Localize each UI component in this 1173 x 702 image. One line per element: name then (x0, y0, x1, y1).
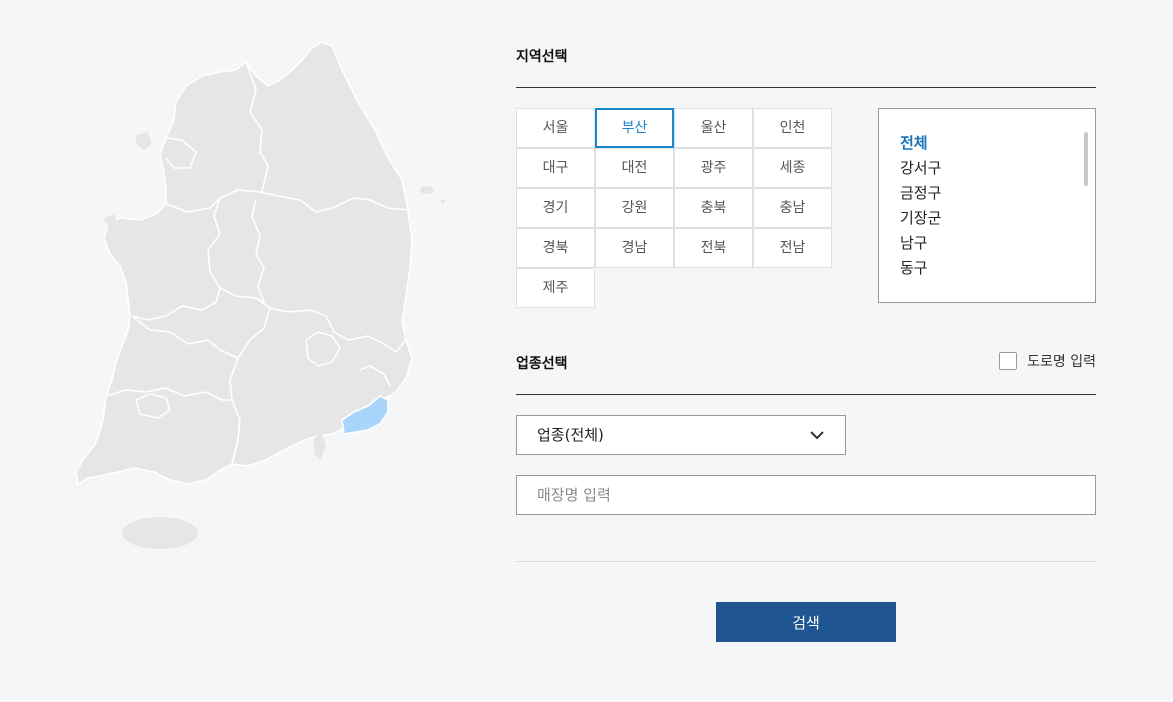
region-button[interactable]: 경남 (595, 228, 674, 268)
road-name-checkbox[interactable] (999, 352, 1018, 370)
map-geoje-island (314, 434, 326, 460)
road-name-toggle[interactable]: 도로명 입력 (999, 351, 1096, 371)
road-name-label: 도로명 입력 (1027, 354, 1096, 370)
store-search-panel: 지역선택 서울 부산 울산 인천 대구 대전 광주 세종 경기 강원 충북 충남 경북 경남 전북 전남 제주 … (516, 0, 1096, 702)
region-button[interactable]: 충북 (674, 188, 753, 228)
district-list: 전체 강서구 금정구 기장군 남구 동구 (879, 109, 1095, 281)
korea-region-map[interactable] (70, 40, 450, 560)
region-button[interactable]: 제주 (516, 268, 595, 308)
region-button[interactable]: 대전 (595, 148, 674, 188)
region-button[interactable]: 울산 (674, 108, 753, 148)
region-button[interactable]: 서울 (516, 108, 595, 148)
region-button[interactable]: 전남 (753, 228, 832, 268)
district-item[interactable]: 전체 (900, 131, 1095, 156)
region-button[interactable]: 광주 (674, 148, 753, 188)
business-type-value: 업종(전체) (537, 426, 604, 444)
map-dokdo-island (441, 199, 445, 203)
district-item[interactable]: 금정구 (900, 181, 1095, 206)
district-item[interactable]: 동구 (900, 256, 1095, 281)
district-item[interactable]: 기장군 (900, 206, 1095, 231)
region-button[interactable]: 대구 (516, 148, 595, 188)
korea-map-svg[interactable] (70, 40, 450, 560)
store-name-input[interactable] (516, 475, 1096, 515)
business-type-select[interactable]: 업종(전체) (516, 415, 846, 455)
region-button[interactable]: 경북 (516, 228, 595, 268)
business-section-title: 업종선택 (516, 356, 568, 372)
district-listbox[interactable]: 전체 강서구 금정구 기장군 남구 동구 (878, 108, 1096, 303)
region-button[interactable]: 경기 (516, 188, 595, 228)
region-section-title: 지역선택 (516, 49, 568, 65)
region-button[interactable]: 세종 (753, 148, 832, 188)
map-ganghwa-island[interactable] (136, 132, 152, 150)
form-bottom-divider (516, 561, 1096, 562)
region-divider (516, 87, 1096, 88)
region-button[interactable]: 인천 (753, 108, 832, 148)
region-button[interactable]: 강원 (595, 188, 674, 228)
region-button[interactable]: 전북 (674, 228, 753, 268)
map-ulleung-island[interactable] (420, 186, 434, 194)
region-button[interactable]: 부산 (595, 108, 674, 148)
business-divider (516, 394, 1096, 395)
region-button[interactable]: 충남 (753, 188, 832, 228)
district-item[interactable]: 강서구 (900, 156, 1095, 181)
district-item[interactable]: 남구 (900, 231, 1095, 256)
search-button[interactable]: 검색 (716, 602, 896, 642)
district-scrollbar[interactable] (1084, 132, 1088, 186)
map-jeju-island[interactable] (122, 517, 198, 549)
chevron-down-icon (810, 431, 824, 440)
